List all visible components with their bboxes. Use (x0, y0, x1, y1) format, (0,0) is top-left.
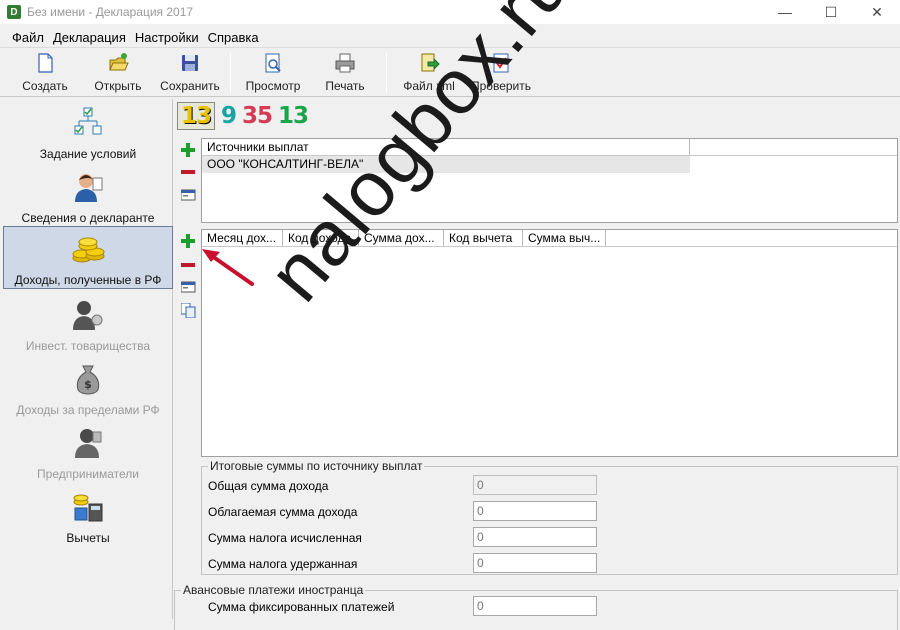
advance-payments-group: Авансовые платежи иностранца Сумма фикси… (174, 583, 898, 630)
total-income-field (473, 475, 597, 495)
maximize-button[interactable]: ☐ (808, 0, 854, 24)
check-document-icon (490, 52, 512, 74)
create-button[interactable]: Создать (10, 52, 80, 93)
source-name: ООО "КОНСАЛТИНГ-ВЕЛА" (207, 157, 364, 171)
column-header-deduction-code[interactable]: Код вычета (444, 230, 523, 246)
app-logo-icon: D (7, 5, 21, 19)
investment-icon (71, 298, 105, 332)
column-header-sources[interactable]: Источники выплат (202, 139, 690, 155)
taxable-income-field[interactable] (473, 501, 597, 521)
new-document-icon (34, 52, 56, 74)
xml-file-button[interactable]: Файл xml (394, 52, 464, 93)
deductions-icon (71, 490, 105, 524)
sidebar-item-investment[interactable]: Инвест. товарищества (3, 293, 173, 357)
xml-file-label: Файл xml (403, 79, 455, 93)
preview-document-icon (262, 52, 284, 74)
totals-title: Итоговые суммы по источнику выплат (208, 459, 425, 473)
edit-income-icon[interactable] (180, 280, 196, 293)
svg-text:$: $ (84, 378, 92, 391)
sidebar-item-label: Задание условий (39, 147, 137, 161)
tax-rate-13-selected[interactable]: 13 (177, 102, 216, 130)
column-header-deduction-amount[interactable]: Сумма выч... (523, 230, 606, 246)
income-grid-header: Месяц дох... Код дохода Сумма дох... Код… (202, 230, 897, 247)
preview-label: Просмотр (245, 79, 301, 93)
column-header-month[interactable]: Месяц дох... (202, 230, 283, 246)
preview-button[interactable]: Просмотр (238, 52, 308, 93)
tax-rate-35[interactable]: 35 (242, 103, 273, 129)
sidebar-item-label: Инвест. товарищества (25, 339, 151, 353)
table-row[interactable]: ООО "КОНСАЛТИНГ-ВЕЛА" (202, 156, 690, 173)
sidebar-item-conditions[interactable]: Задание условий (3, 101, 173, 165)
tax-calculated-field[interactable] (473, 527, 597, 547)
sidebar: Задание условий Сведения о декларанте До… (3, 99, 173, 619)
menu-help[interactable]: Справка (208, 30, 259, 45)
add-source-icon[interactable] (180, 142, 196, 158)
tax-rate-9[interactable]: 9 (221, 103, 237, 129)
totals-group: Итоговые суммы по источнику выплат Общая… (201, 459, 898, 575)
floppy-disk-icon (179, 52, 201, 74)
window-title: Без имени - Декларация 2017 (27, 5, 194, 19)
print-button[interactable]: Печать (310, 52, 380, 93)
menu-settings[interactable]: Настройки (135, 30, 199, 45)
close-button[interactable]: ✕ (854, 0, 900, 24)
sidebar-item-label: Доходы за пределами РФ (16, 403, 160, 417)
column-header-income-code[interactable]: Код дохода (283, 230, 359, 246)
sidebar-item-label: Вычеты (66, 531, 110, 545)
printer-icon (334, 52, 356, 74)
check-label: Проверить (470, 79, 531, 93)
tax-calculated-label: Сумма налога исчисленная (208, 531, 362, 545)
sidebar-item-deductions[interactable]: Вычеты (3, 485, 173, 549)
sidebar-item-income-rf[interactable]: Доходы, полученные в РФ (3, 226, 173, 289)
print-label: Печать (325, 79, 365, 93)
sources-grid-header: Источники выплат (202, 139, 897, 156)
xml-export-icon (418, 52, 440, 74)
conditions-icon (71, 106, 105, 140)
declarant-icon (71, 170, 105, 204)
toolbar: Создать Открыть Сохранить Просмотр Печат… (0, 49, 900, 97)
sidebar-item-label: Сведения о декларанте (21, 211, 155, 225)
payment-sources-grid: Источники выплат ООО "КОНСАЛТИНГ-ВЕЛА" (201, 138, 898, 223)
column-header-income-amount[interactable]: Сумма дох... (359, 230, 444, 246)
sidebar-item-entrepreneurs[interactable]: Предприниматели (3, 421, 173, 485)
menu-declaration[interactable]: Декларация (53, 30, 126, 45)
tax-withheld-field[interactable] (473, 553, 597, 573)
menu-bar: Файл Декларация Настройки Справка (0, 28, 900, 48)
open-label: Открыть (94, 79, 142, 93)
fixed-payments-label: Сумма фиксированных платежей (208, 600, 395, 614)
check-button[interactable]: Проверить (466, 52, 536, 93)
edit-source-icon[interactable] (180, 188, 196, 201)
sidebar-item-declarant[interactable]: Сведения о декларанте (3, 165, 173, 229)
tax-withheld-label: Сумма налога удержанная (208, 557, 358, 571)
total-income-label: Общая сумма дохода (208, 479, 329, 493)
sidebar-item-label: Доходы, полученные в РФ (14, 273, 162, 287)
open-button[interactable]: Открыть (83, 52, 153, 93)
sources-tools (180, 142, 198, 212)
remove-income-icon[interactable] (180, 257, 196, 273)
save-button[interactable]: Сохранить (155, 52, 225, 93)
fixed-payments-field[interactable] (473, 596, 597, 616)
menu-file[interactable]: Файл (12, 30, 44, 45)
advance-payments-title: Авансовые платежи иностранца (181, 583, 366, 597)
save-label: Сохранить (160, 79, 220, 93)
income-grid: Месяц дох... Код дохода Сумма дох... Код… (201, 229, 898, 457)
open-folder-icon (107, 52, 129, 74)
remove-source-icon[interactable] (180, 164, 196, 180)
add-income-icon[interactable] (180, 233, 196, 249)
tax-rate-selector: 13 9 35 13 (177, 100, 314, 132)
tax-rate-13[interactable]: 13 (278, 103, 309, 129)
coins-icon (71, 232, 105, 266)
sidebar-item-label: Предприниматели (37, 467, 139, 481)
sidebar-item-foreign-income[interactable]: $ Доходы за пределами РФ (3, 357, 173, 421)
minimize-button[interactable]: — (762, 0, 808, 24)
income-tools (180, 233, 198, 323)
money-bag-icon: $ (71, 362, 105, 396)
entrepreneur-icon (71, 426, 105, 460)
create-label: Создать (22, 79, 68, 93)
title-bar: D Без имени - Декларация 2017 — ☐ ✕ (0, 0, 900, 24)
taxable-income-label: Облагаемая сумма дохода (208, 505, 358, 519)
copy-income-icon[interactable] (180, 302, 196, 319)
